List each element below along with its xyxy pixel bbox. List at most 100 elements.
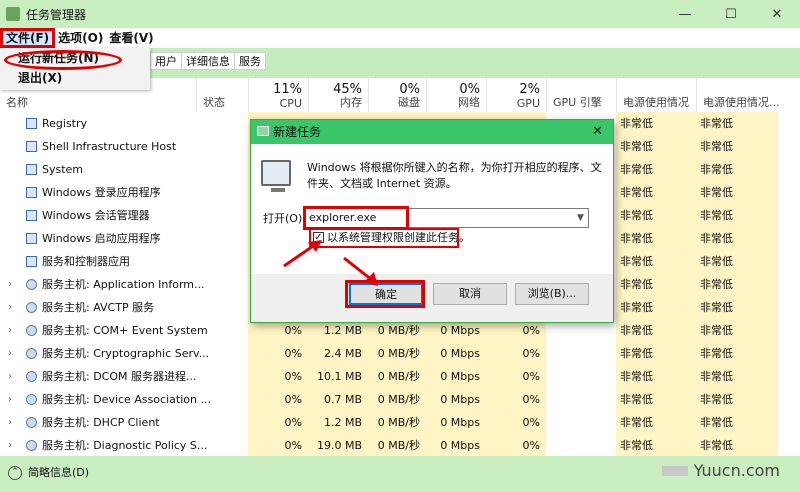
cancel-button[interactable]: 取消	[433, 283, 507, 305]
cell-power-trend: 非常低	[700, 140, 733, 153]
tab-users[interactable]: 用户	[150, 52, 182, 70]
cell-net: 0 Mbps	[440, 347, 480, 360]
process-name: 服务主机: Device Association ...	[42, 393, 211, 406]
cell-mem: 2.4 MB	[323, 347, 362, 360]
minimize-button[interactable]: —	[662, 0, 708, 28]
process-window-icon	[26, 187, 37, 198]
title-bar: 任务管理器 — ☐ ✕	[0, 0, 800, 28]
menu-options[interactable]: 选项(O)	[55, 28, 106, 48]
cell-power-usage: 非常低	[620, 186, 653, 199]
header-gpu-engine[interactable]: GPU 引擎	[546, 78, 616, 114]
arrow-shaft	[283, 242, 317, 268]
cell-disk: 0 MB/秒	[377, 439, 420, 452]
header-cpu[interactable]: 11% CPU	[248, 78, 308, 114]
browse-button[interactable]: 浏览(B)...	[515, 283, 589, 305]
watermark-blur	[661, 466, 688, 476]
process-name: 服务主机: DHCP Client	[42, 416, 160, 429]
table-row[interactable]: › 服务主机: Cryptographic Serv... 0% 2.4 MB 0 MB…	[0, 342, 800, 365]
header-network[interactable]: 0% 网络	[426, 78, 486, 114]
cell-power-trend: 非常低	[700, 209, 733, 222]
cell-cpu: 0%	[284, 416, 302, 429]
tab-details[interactable]: 详细信息	[181, 52, 235, 70]
tab-services[interactable]: 服务	[234, 52, 266, 70]
maximize-button[interactable]: ☐	[708, 0, 754, 28]
expand-chevron-icon	[8, 204, 18, 227]
header-power-trend[interactable]: 电源使用情况...	[696, 78, 800, 114]
table-row[interactable]: › 服务主机: DHCP Client 0% 1.2 MB 0 MB/秒 0 Mbps 0%…	[0, 411, 800, 434]
cell-power-usage: 非常低	[620, 278, 653, 291]
cell-power-trend: 非常低	[700, 232, 733, 245]
expand-chevron-icon[interactable]: ›	[8, 273, 18, 296]
header-power-usage[interactable]: 电源使用情况	[616, 78, 696, 114]
cell-mem: 10.1 MB	[316, 370, 362, 383]
cell-disk: 0 MB/秒	[377, 416, 420, 429]
service-gear-icon	[26, 394, 37, 405]
expand-chevron-icon[interactable]: ›	[8, 342, 18, 365]
header-memory[interactable]: 45% 内存	[308, 78, 368, 114]
service-gear-icon	[26, 417, 37, 428]
cell-mem: 1.2 MB	[323, 416, 362, 429]
expand-chevron-icon	[8, 227, 18, 250]
cell-power-usage: 非常低	[620, 163, 653, 176]
run-program-icon-stand	[271, 188, 285, 192]
process-name: 服务主机: Cryptographic Serv...	[42, 347, 210, 360]
chevron-up-icon[interactable]: ⌃	[8, 466, 22, 480]
header-disk[interactable]: 0% 磁盘	[368, 78, 426, 114]
tab-strip: 用户 详细信息 服务	[150, 52, 266, 70]
dialog-close-button[interactable]: ✕	[592, 120, 603, 144]
fewer-details-link[interactable]: 简略信息(D)	[28, 466, 89, 480]
expand-chevron-icon[interactable]: ›	[8, 296, 18, 319]
cell-power-trend: 非常低	[700, 347, 733, 360]
cell-power-usage: 非常低	[620, 393, 653, 406]
menu-view[interactable]: 查看(V)	[106, 28, 156, 48]
process-name: Windows 启动应用程序	[42, 232, 161, 245]
service-gear-icon	[26, 302, 37, 313]
expand-chevron-icon[interactable]: ›	[8, 434, 18, 456]
cell-power-usage: 非常低	[620, 439, 653, 452]
table-row[interactable]: › 服务主机: Device Association ... 0% 0.7 MB 0 M…	[0, 388, 800, 411]
cell-power-usage: 非常低	[620, 416, 653, 429]
expand-chevron-icon	[8, 112, 18, 135]
table-row[interactable]: › 服务主机: DCOM 服务器进程... 0% 10.1 MB 0 MB/秒 0 Mbp…	[0, 365, 800, 388]
cell-power-usage: 非常低	[620, 324, 653, 337]
cell-net: 0 Mbps	[440, 393, 480, 406]
menu-item-exit[interactable]: 退出(X)	[0, 68, 150, 88]
menu-file[interactable]: 文件(F)	[0, 28, 56, 48]
process-window-icon	[26, 141, 37, 152]
expand-chevron-icon[interactable]: ›	[8, 365, 18, 388]
service-gear-icon	[26, 325, 37, 336]
expand-chevron-icon[interactable]: ›	[8, 388, 18, 411]
close-button[interactable]: ✕	[754, 0, 800, 28]
expand-chevron-icon	[8, 135, 18, 158]
cell-power-trend: 非常低	[700, 278, 733, 291]
red-ellipse-annotation	[4, 50, 122, 70]
dialog-title: 新建任务	[273, 125, 322, 139]
table-row[interactable]: › 服务主机: Diagnostic Policy S... 0% 19.0 MB 0 …	[0, 434, 800, 456]
cell-power-trend: 非常低	[700, 393, 733, 406]
header-status[interactable]: 状态	[196, 78, 248, 114]
expand-chevron-icon	[8, 181, 18, 204]
header-gpu[interactable]: 2% GPU	[486, 78, 546, 114]
expand-chevron-icon	[8, 250, 18, 273]
service-gear-icon	[26, 371, 37, 382]
cell-gpu: 0%	[522, 393, 540, 406]
process-name: System	[42, 163, 84, 176]
process-name: 服务主机: Application Inform...	[42, 278, 205, 291]
expand-chevron-icon[interactable]: ›	[8, 411, 18, 434]
cell-gpu: 0%	[522, 439, 540, 452]
cell-power-trend: 非常低	[700, 324, 733, 337]
chevron-down-icon[interactable]: ▼	[577, 208, 584, 228]
cell-power-usage: 非常低	[620, 347, 653, 360]
status-bar: ⌃ 简略信息(D) Yuucn.com	[0, 456, 800, 492]
cell-net: 0 Mbps	[440, 439, 480, 452]
process-window-icon	[26, 118, 37, 129]
cell-cpu: 0%	[284, 439, 302, 452]
new-task-dialog: 新建任务 ✕ Windows 将根据你所键入的名称，为你打开相应的程序、文件夹、…	[250, 119, 614, 323]
cell-power-trend: 非常低	[700, 301, 733, 314]
menu-bar: 文件(F) 选项(O) 查看(V)	[0, 28, 800, 48]
watermark: Yuucn.com	[661, 461, 780, 480]
cell-power-usage: 非常低	[620, 209, 653, 222]
cell-power-trend: 非常低	[700, 370, 733, 383]
cell-power-trend: 非常低	[700, 439, 733, 452]
expand-chevron-icon[interactable]: ›	[8, 319, 18, 342]
